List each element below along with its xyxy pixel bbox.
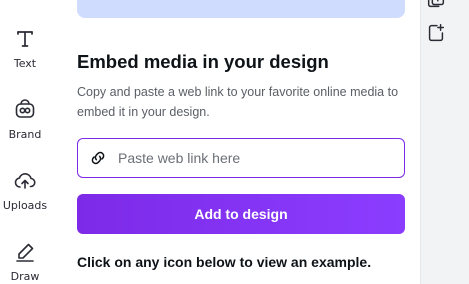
embed-panel: Embed media in your design Copy and past… (50, 0, 420, 284)
duplicate-page-icon[interactable] (425, 0, 447, 10)
sidebar: Text Brand Uploads Draw (0, 0, 50, 284)
add-page-icon[interactable] (425, 22, 447, 44)
text-icon (17, 31, 33, 47)
brand-icon (15, 99, 35, 118)
embed-description: Copy and paste a web link to your favori… (77, 85, 399, 119)
add-to-design-button[interactable]: Add to design (77, 194, 405, 234)
url-input[interactable] (118, 150, 388, 166)
sidebar-item-label: Uploads (2, 199, 48, 212)
upload-cloud-icon (14, 172, 36, 189)
url-field[interactable] (77, 138, 405, 178)
sidebar-item-brand[interactable]: Brand (0, 98, 50, 141)
sidebar-item-label: Draw (10, 270, 40, 283)
embed-title: Embed media in your design (77, 51, 329, 72)
app: Text Brand Uploads Draw Embed media in y… (0, 0, 469, 284)
sidebar-item-draw[interactable]: Draw (0, 240, 50, 283)
sidebar-item-text[interactable]: Text (0, 27, 50, 70)
sidebar-item-label: Text (13, 57, 37, 70)
right-toolbar (420, 0, 469, 284)
examples-hint: Click on any icon below to view an examp… (77, 254, 372, 270)
preview-banner (77, 0, 405, 18)
sidebar-item-uploads[interactable]: Uploads (0, 169, 50, 212)
sidebar-item-label: Brand (8, 128, 42, 141)
pen-icon (16, 243, 34, 262)
link-icon (91, 151, 105, 165)
